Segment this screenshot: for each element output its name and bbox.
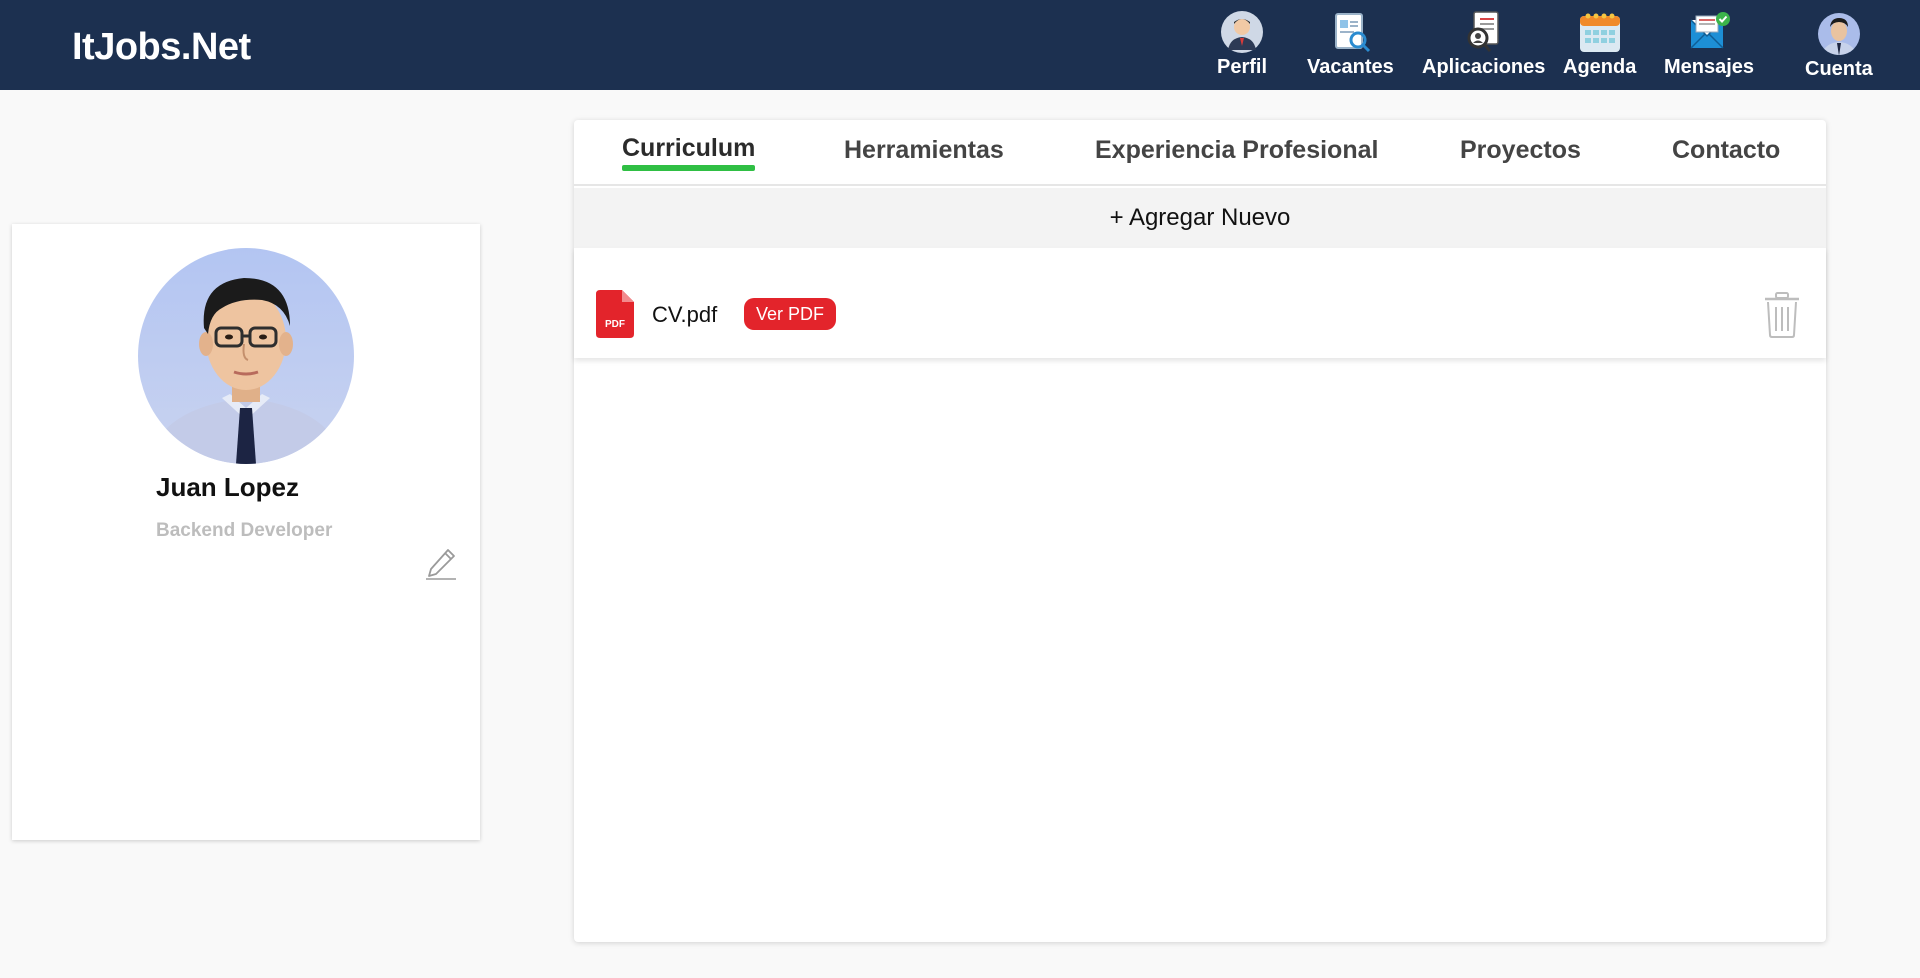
mail-icon xyxy=(1690,12,1731,49)
nav-perfil-label: Perfil xyxy=(1217,56,1268,78)
trash-icon[interactable] xyxy=(1764,292,1800,338)
tab-contacto-label: Contacto xyxy=(1672,136,1781,164)
tab-curriculum-label: Curriculum xyxy=(622,134,756,162)
svg-text:PDF: PDF xyxy=(605,319,625,330)
nav-vacantes-label: Vacantes xyxy=(1307,56,1394,78)
tab-herramientas-label: Herramientas xyxy=(844,136,1004,164)
tab-herramientas[interactable]: Herramientas xyxy=(844,136,1004,165)
brand-logo[interactable]: ItJobs.Net xyxy=(72,26,251,69)
profile-role: Backend Developer xyxy=(156,520,333,541)
nav-vacantes[interactable]: Vacantes xyxy=(1307,10,1394,86)
nav-aplicaciones[interactable]: Aplicaciones xyxy=(1422,10,1545,86)
applications-icon xyxy=(1467,11,1499,52)
tab-experiencia-profesional[interactable]: Experiencia Profesional xyxy=(1095,136,1378,165)
top-navigation-bar: ItJobs.Net Perfil Vacantes Aplicaciones … xyxy=(0,0,1920,90)
pdf-file-icon: PDF xyxy=(596,290,634,338)
profile-card: Juan Lopez Backend Developer xyxy=(12,224,480,840)
profile-photo xyxy=(138,248,354,464)
user-profile-icon xyxy=(1221,11,1264,53)
file-name[interactable]: CV.pdf xyxy=(652,302,717,328)
account-avatar-icon xyxy=(1817,13,1860,55)
calendar-icon xyxy=(1579,13,1620,52)
tab-proyectos-label: Proyectos xyxy=(1460,136,1581,164)
active-tab-indicator xyxy=(622,165,756,171)
file-list-item: PDF CV.pdf Ver PDF xyxy=(574,248,1826,358)
profile-name: Juan Lopez xyxy=(156,472,300,502)
nav-mensajes-label: Mensajes xyxy=(1664,56,1755,78)
add-new-button[interactable]: + Agregar Nuevo xyxy=(574,188,1826,248)
pencil-icon[interactable] xyxy=(424,546,458,580)
view-pdf-button[interactable]: Ver PDF xyxy=(744,298,837,330)
tab-bar: Curriculum Herramientas Experiencia Prof… xyxy=(574,120,1826,186)
nav-cuenta-label: Cuenta xyxy=(1805,58,1873,80)
tab-contacto[interactable]: Contacto xyxy=(1672,136,1780,165)
job-search-icon xyxy=(1335,13,1371,53)
nav-cuenta[interactable]: Cuenta xyxy=(1805,12,1873,88)
nav-mensajes[interactable]: Mensajes xyxy=(1664,10,1754,86)
profile-avatar xyxy=(138,248,354,464)
nav-perfil[interactable]: Perfil xyxy=(1217,10,1267,86)
nav-agenda[interactable]: Agenda xyxy=(1563,10,1636,86)
nav-agenda-label: Agenda xyxy=(1563,56,1637,78)
nav-aplicaciones-label: Aplicaciones xyxy=(1422,56,1546,78)
main-panel: Curriculum Herramientas Experiencia Prof… xyxy=(574,120,1826,942)
tab-experiencia-label: Experiencia Profesional xyxy=(1095,136,1379,164)
tab-proyectos[interactable]: Proyectos xyxy=(1460,136,1581,165)
tab-curriculum[interactable]: Curriculum xyxy=(622,134,756,171)
